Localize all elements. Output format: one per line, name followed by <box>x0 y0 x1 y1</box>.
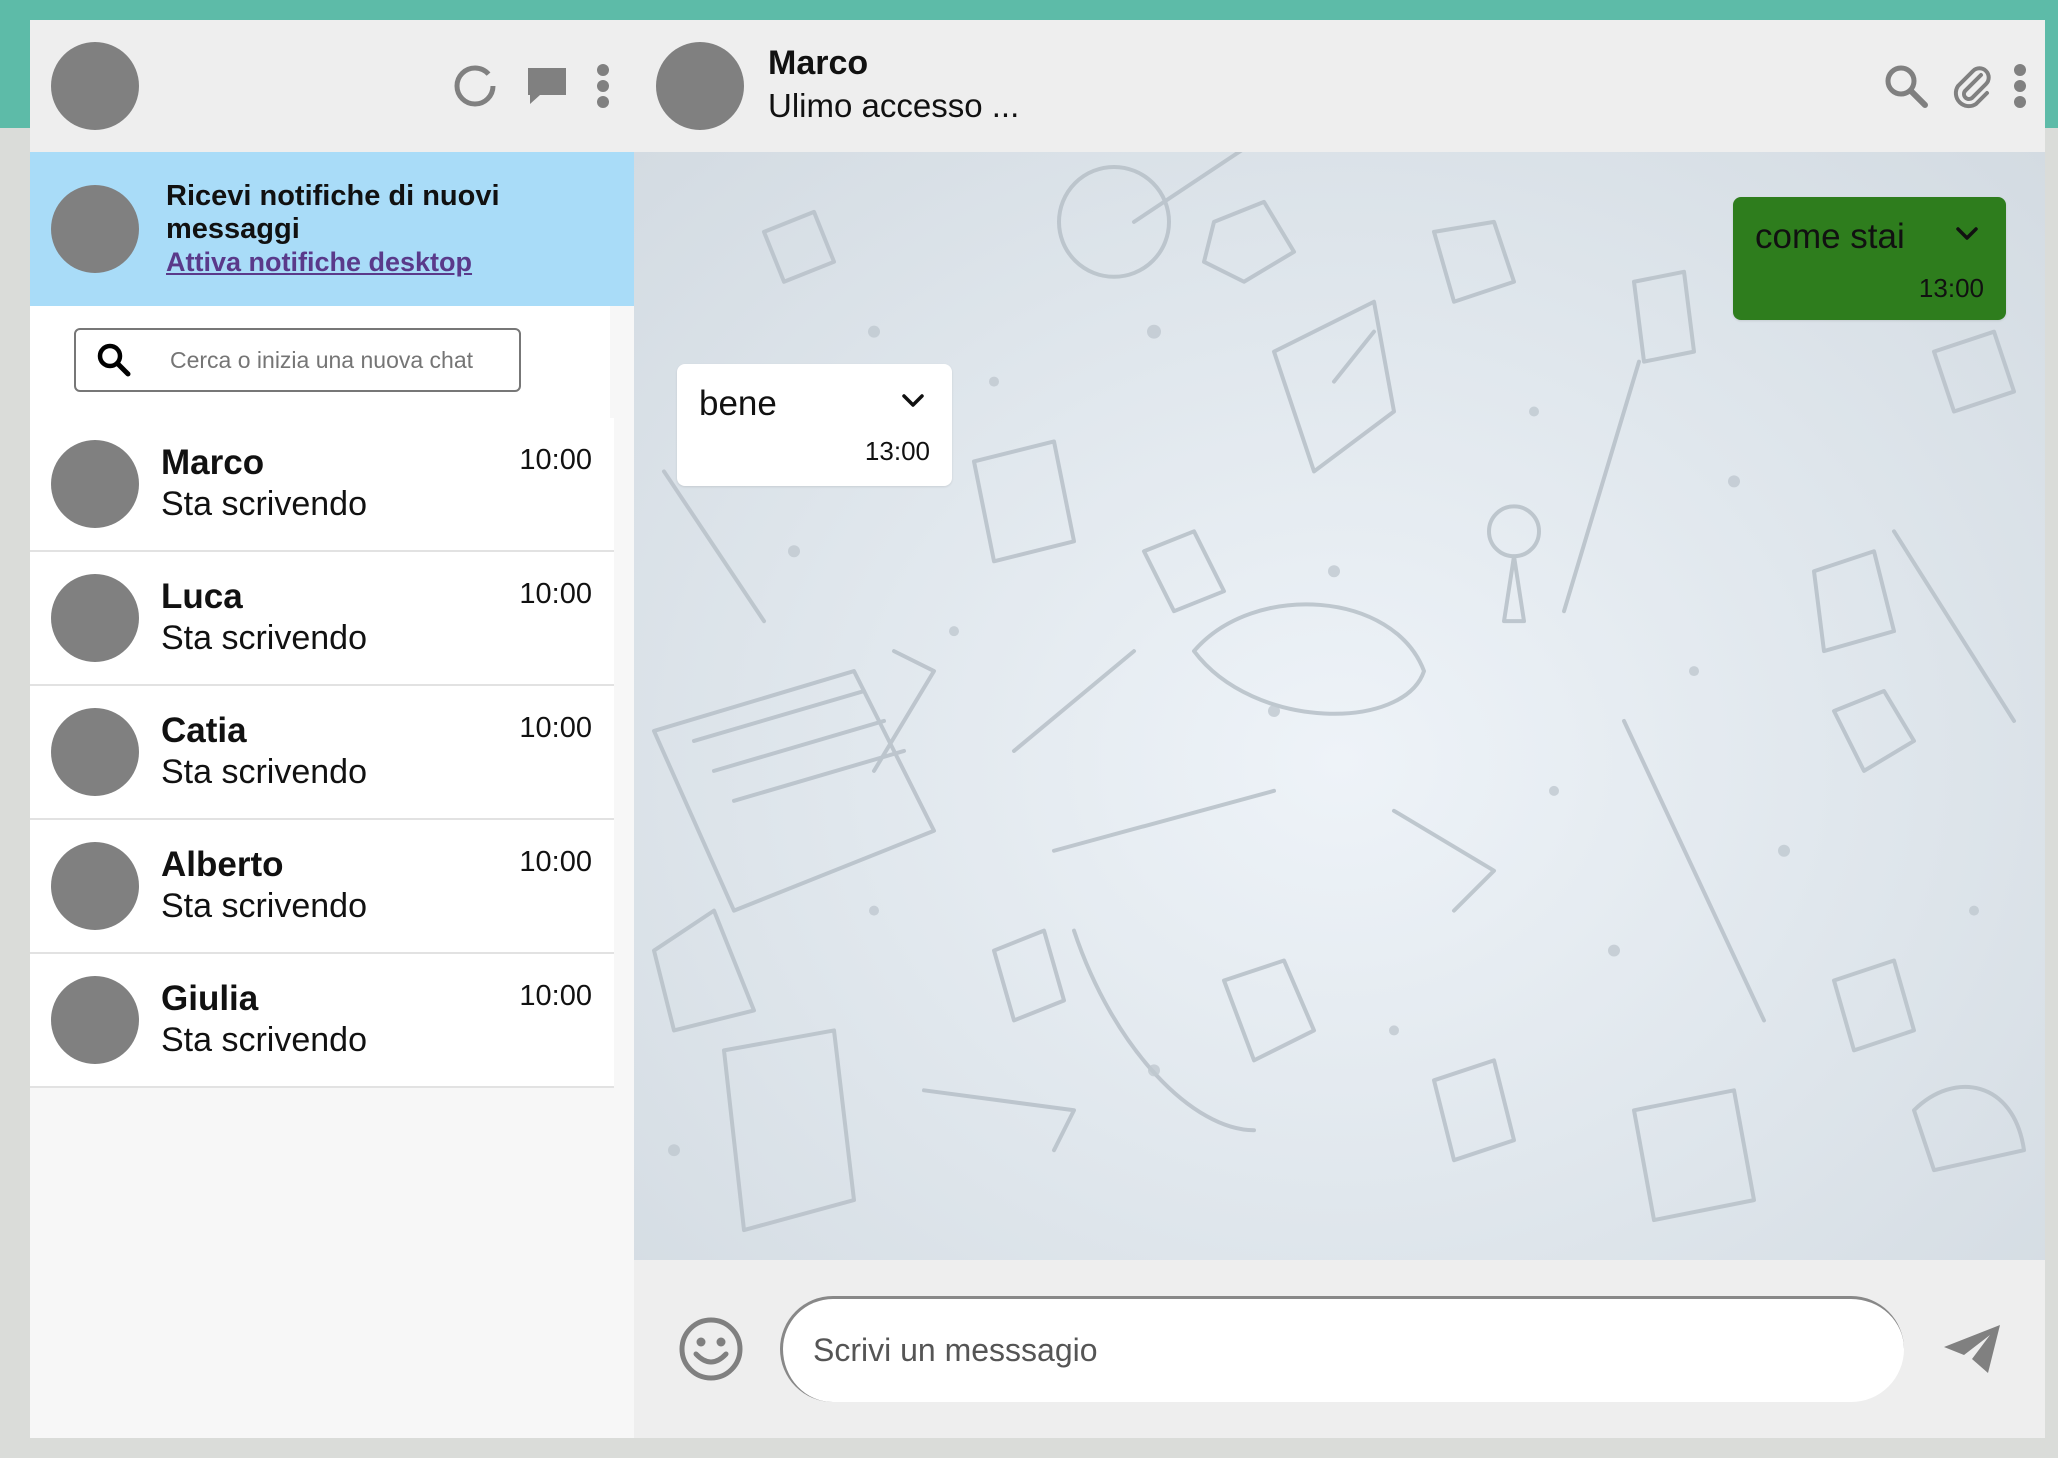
chat-status: Sta scrivendo <box>161 485 367 523</box>
send-icon[interactable] <box>1942 1321 2004 1377</box>
notification-banner: Ricevi notifiche di nuovi messaggi Attiv… <box>30 152 634 306</box>
chat-bubble-icon[interactable] <box>524 63 570 109</box>
chat-status: Sta scrivendo <box>161 887 367 925</box>
contact-avatar <box>51 574 139 662</box>
chat-name: Giulia <box>161 979 259 1018</box>
chat-time: 10:00 <box>519 578 592 610</box>
contact-avatar <box>51 708 139 796</box>
paperclip-icon[interactable] <box>1951 63 1991 109</box>
chat-name: Catia <box>161 711 247 750</box>
message-text: come stai <box>1755 217 1905 256</box>
enable-desktop-notifications-link[interactable]: Attiva notifiche desktop <box>166 246 472 278</box>
message-input-box[interactable] <box>780 1296 1904 1402</box>
message-time: 13:00 <box>864 436 930 466</box>
message-bubble-received[interactable]: bene 13:00 <box>677 364 952 486</box>
contact-avatar <box>51 976 139 1064</box>
chat-list-item-luca[interactable]: Luca Sta scrivendo 10:00 <box>30 552 614 686</box>
search-icon[interactable] <box>1883 63 1929 109</box>
contact-name: Marco <box>768 44 869 82</box>
search-input[interactable] <box>170 346 490 374</box>
conversation-header-icons <box>1883 63 2027 109</box>
chevron-down-icon[interactable] <box>1956 227 1978 241</box>
contact-avatar <box>51 440 139 528</box>
chat-list-item-marco[interactable]: Marco Sta scrivendo 10:00 <box>30 418 614 552</box>
user-avatar[interactable] <box>51 42 139 130</box>
search-icon <box>96 342 132 378</box>
notification-avatar <box>51 185 139 273</box>
app-window: Ricevi notifiche di nuovi messaggi Attiv… <box>30 20 2045 1438</box>
chat-list-item-giulia[interactable]: Giulia Sta scrivendo 10:00 <box>30 954 614 1088</box>
more-vertical-icon[interactable] <box>596 63 610 109</box>
notification-title: Ricevi notifiche di nuovi messaggi <box>166 180 500 245</box>
contact-avatar[interactable] <box>656 42 744 130</box>
message-time: 13:00 <box>1918 273 1984 303</box>
chat-time: 10:00 <box>519 846 592 878</box>
message-area: come stai 13:00 bene 13:00 <box>634 152 2045 1260</box>
message-text: bene <box>699 384 777 423</box>
message-input[interactable] <box>813 1332 1813 1369</box>
chat-status: Sta scrivendo <box>161 619 367 657</box>
search-box[interactable] <box>74 328 521 392</box>
chat-list-item-alberto[interactable]: Alberto Sta scrivendo 10:00 <box>30 820 614 954</box>
search-area <box>30 306 610 418</box>
chat-time: 10:00 <box>519 444 592 476</box>
last-seen: Ulimo accesso ... <box>768 87 1020 124</box>
chat-name: Marco <box>161 443 265 482</box>
chat-list: Marco Sta scrivendo 10:00 Luca Sta scriv… <box>30 418 614 1088</box>
conversation-panel: Marco Ulimo accesso ... come stai 13:00 … <box>634 20 2045 1438</box>
emoji-icon[interactable] <box>678 1316 744 1382</box>
chat-time: 10:00 <box>519 980 592 1012</box>
chat-name: Luca <box>161 577 243 616</box>
chat-list-item-catia[interactable]: Catia Sta scrivendo 10:00 <box>30 686 614 820</box>
message-bubble-sent[interactable]: come stai 13:00 <box>1733 197 2006 320</box>
chat-time: 10:00 <box>519 712 592 744</box>
contact-avatar <box>51 842 139 930</box>
status-circle-icon[interactable] <box>452 63 498 109</box>
sidebar: Ricevi notifiche di nuovi messaggi Attiv… <box>30 20 634 1438</box>
chat-status: Sta scrivendo <box>161 753 367 791</box>
message-composer <box>634 1260 2045 1438</box>
sidebar-header <box>30 20 634 152</box>
sidebar-header-icons <box>452 63 610 109</box>
conversation-header: Marco Ulimo accesso ... <box>634 20 2045 152</box>
chat-name: Alberto <box>161 845 284 884</box>
more-vertical-icon[interactable] <box>2013 63 2027 109</box>
chat-status: Sta scrivendo <box>161 1021 367 1059</box>
chevron-down-icon[interactable] <box>902 394 924 408</box>
